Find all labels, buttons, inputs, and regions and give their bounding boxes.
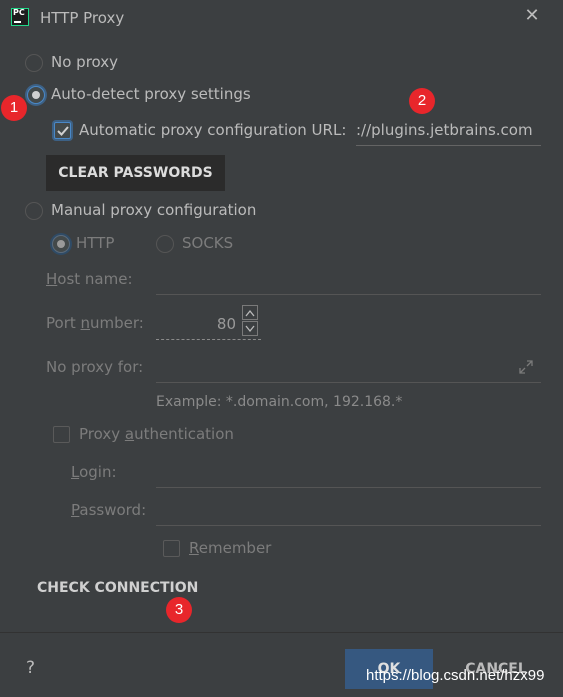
close-icon[interactable]: ✕ [521, 5, 543, 27]
no-proxy-radio[interactable] [25, 54, 43, 72]
remember-checkbox[interactable] [163, 540, 180, 557]
watermark-text: https://blog.csdn.net/hzx99 [366, 667, 545, 684]
app-icon-text: PC [13, 8, 25, 17]
checkmark-icon [57, 126, 69, 136]
pycharm-app-icon: PC [11, 8, 29, 26]
auto-detect-radio[interactable] [27, 86, 45, 104]
login-input[interactable] [156, 460, 541, 488]
login-label: Login: [71, 463, 117, 481]
host-name-label: Host name: [46, 270, 133, 288]
password-input[interactable] [156, 498, 541, 526]
password-label: Password: [71, 501, 147, 519]
help-icon[interactable]: ? [26, 658, 35, 678]
pac-url-label[interactable]: Automatic proxy configuration URL: [79, 121, 346, 139]
http-label[interactable]: HTTP [76, 234, 114, 252]
auto-detect-label[interactable]: Auto-detect proxy settings [51, 85, 251, 103]
manual-proxy-label[interactable]: Manual proxy configuration [51, 201, 256, 219]
remember-label[interactable]: Remember [189, 539, 271, 557]
footer-divider [0, 632, 563, 633]
http-radio[interactable] [52, 235, 70, 253]
spinner-down-icon[interactable] [242, 321, 258, 336]
clear-passwords-button[interactable]: CLEAR PASSWORDS [46, 155, 225, 191]
port-number-label: Port number: [46, 314, 144, 332]
no-proxy-for-label: No proxy for: [46, 358, 144, 376]
host-name-label-rest: ost name: [57, 270, 133, 288]
window-title: HTTP Proxy [40, 9, 125, 27]
pac-url-input[interactable]: ://plugins.jetbrains.com [356, 117, 541, 146]
socks-label[interactable]: SOCKS [182, 234, 233, 252]
manual-proxy-radio[interactable] [25, 202, 43, 220]
annotation-badge-1: 1 [1, 95, 27, 121]
no-proxy-label[interactable]: No proxy [51, 53, 118, 71]
host-name-input[interactable] [156, 267, 541, 295]
port-number-value: 80 [216, 315, 236, 333]
socks-radio[interactable] [156, 235, 174, 253]
proxy-auth-label[interactable]: Proxy authentication [79, 425, 234, 443]
check-connection-button[interactable]: CHECK CONNECTION [37, 580, 198, 596]
spinner-up-icon[interactable] [242, 305, 258, 320]
expand-icon[interactable] [517, 358, 535, 376]
pac-url-checkbox[interactable] [54, 122, 71, 139]
annotation-badge-3: 3 [166, 597, 192, 623]
annotation-badge-2: 2 [409, 88, 435, 114]
no-proxy-example: Example: *.domain.com, 192.168.* [156, 394, 403, 410]
no-proxy-for-input[interactable] [156, 355, 541, 383]
proxy-auth-checkbox[interactable] [53, 426, 70, 443]
pac-url-value: ://plugins.jetbrains.com [356, 121, 533, 139]
